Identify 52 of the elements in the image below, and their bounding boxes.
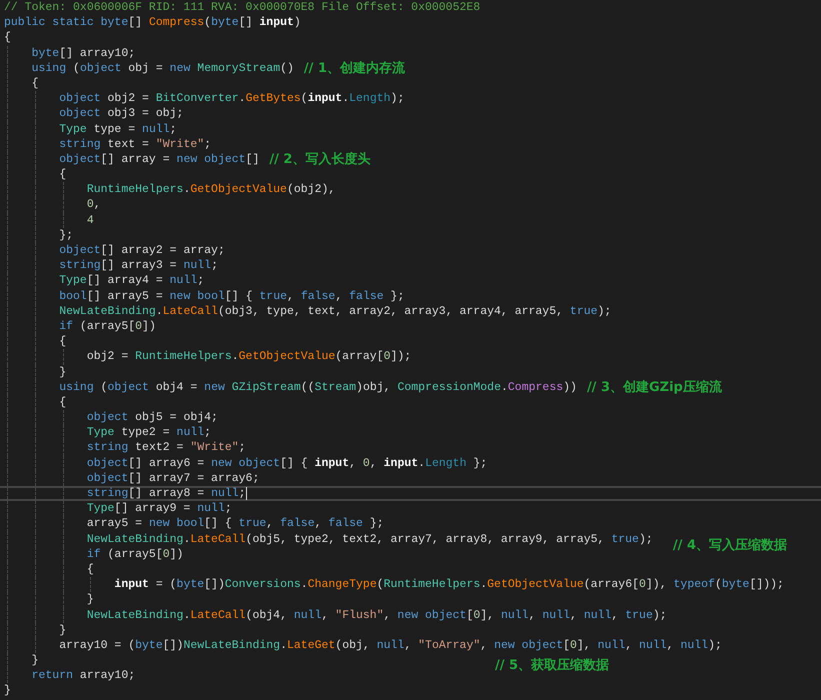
- annotation-comment: // 4、写入压缩数据: [672, 538, 787, 553]
- code-line: if (array5[0]): [58, 318, 156, 334]
- code-line: }: [58, 364, 66, 380]
- code-line: RuntimeHelpers.GetObjectValue(obj2),: [86, 182, 336, 198]
- code-line: }: [58, 622, 66, 638]
- code-line: };: [58, 228, 74, 244]
- code-line: NewLateBinding.LateCall(obj5, type2, text2, array7, array8, array9, array5, true);: [86, 532, 653, 547]
- code-line: }: [4, 683, 11, 699]
- code-line: if (array5[0]): [86, 546, 184, 562]
- text-caret: [246, 487, 247, 500]
- code-line: public static byte[] Compress(byte[] input): [4, 15, 301, 30]
- annotation-comment: // 2、写入长度头: [269, 152, 370, 167]
- code-line: return array10;: [30, 668, 136, 684]
- code-line: {: [58, 334, 66, 350]
- code-line: byte[] array10;: [30, 46, 136, 61]
- annotation-comment: // 5、获取压缩数据: [495, 658, 610, 674]
- code-line: object obj5 = obj4;: [86, 410, 218, 426]
- code-line: 0,: [86, 197, 101, 213]
- code-line: string[] array3 = null;: [58, 258, 218, 274]
- code-line: bool[] array5 = new bool[] { true, false, false };: [58, 288, 404, 304]
- code-line: Type[] array9 = null;: [86, 501, 232, 516]
- code-line: object obj3 = obj;: [58, 106, 184, 122]
- code-line: input = (byte[])Conversions.ChangeType(RuntimeHelpers.GetObjectValue(array6[0]), typeof(byte[]));: [113, 577, 784, 592]
- code-line: string text2 = "Write";: [86, 440, 246, 456]
- code-line: 4: [86, 212, 94, 228]
- code-line: using (object obj = new MemoryStream(): [30, 60, 294, 76]
- code-line: {: [86, 562, 94, 578]
- code-line: array10 = (byte[])NewLateBinding.LateGet(obj, null, "ToArray", new object[0], null, null, null);: [58, 638, 722, 654]
- code-line: Type[] array4 = null;: [58, 273, 204, 289]
- code-line: {: [58, 394, 66, 410]
- code-line: string text = "Write";: [58, 136, 212, 152]
- code-line: {: [4, 30, 11, 46]
- annotation-comment: // 1、创建内存流: [304, 60, 405, 76]
- code-line: {: [30, 76, 39, 92]
- annotation-comment: // 3、创建GZip压缩流: [586, 380, 722, 395]
- code-line: array5 = new bool[] { true, false, false };: [86, 516, 384, 532]
- code-line: object[] array7 = array6;: [86, 470, 260, 486]
- code-line: // Token: 0x0600006F RID: 111 RVA: 0x000070E8 File Offset: 0x000052E8: [4, 0, 480, 16]
- code-line: {: [58, 167, 66, 182]
- code-line: object obj2 = BitConverter.GetBytes(input.Length);: [58, 91, 404, 106]
- code-line: using (object obj4 = new GZipStream((Stream)obj, CompressionMode.Compress)): [58, 380, 577, 395]
- code-line: string[] array8 = null;: [86, 488, 246, 500]
- code-line: object[] array = new object[]: [58, 152, 260, 168]
- code-line: object[] array2 = array;: [58, 243, 225, 258]
- code-line: object[] array6 = new object[] { input, 0, input.Length };: [86, 456, 488, 471]
- code-line: NewLateBinding.LateCall(obj3, type, text, array2, array3, array4, array5, true);: [58, 304, 612, 319]
- code-line: Type type = null;: [58, 122, 177, 137]
- code-line: obj2 = RuntimeHelpers.GetObjectValue(array[0]);: [86, 349, 412, 365]
- code-line: Type type2 = null;: [86, 425, 212, 440]
- code-line: NewLateBinding.LateCall(obj4, null, "Flush", new object[0], null, null, null, true);: [86, 608, 667, 623]
- code-line: }: [86, 592, 94, 608]
- code-line: }: [30, 653, 39, 668]
